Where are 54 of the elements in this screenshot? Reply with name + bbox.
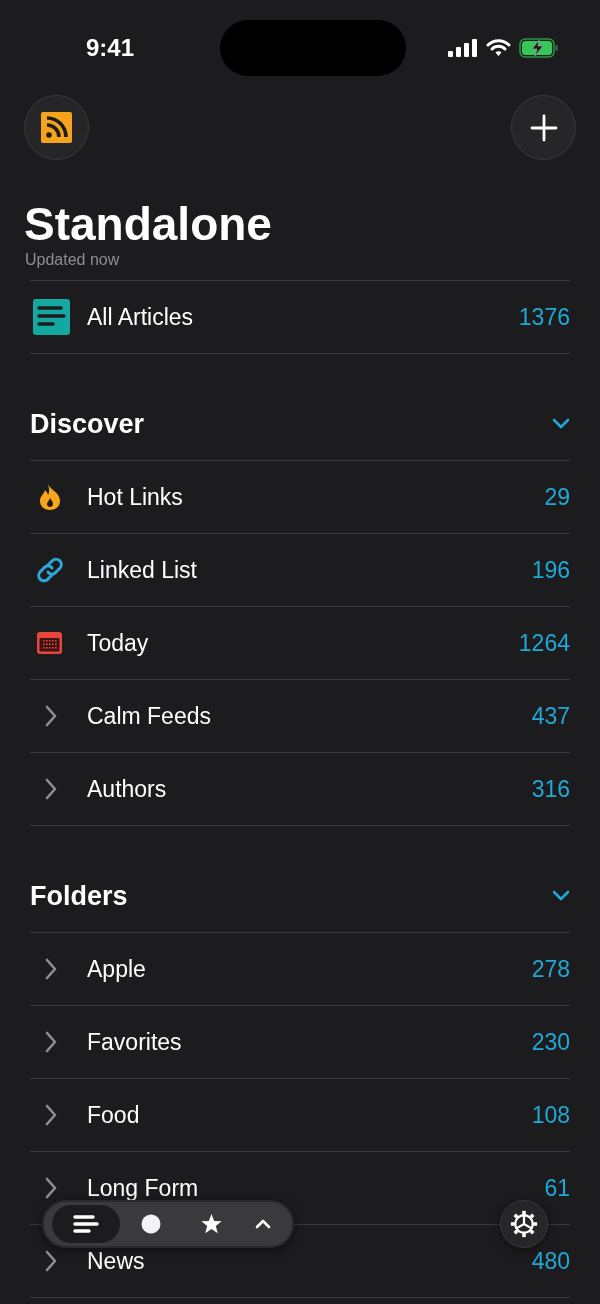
row-label: Favorites <box>87 1030 183 1054</box>
row-label: All Articles <box>87 305 195 329</box>
plus-icon <box>529 113 558 142</box>
section-title: Folders <box>30 880 128 912</box>
row-label: Apple <box>87 957 147 981</box>
chevron-down-icon <box>552 418 570 430</box>
row-count: 108 <box>531 1103 570 1127</box>
row-count: 278 <box>531 957 570 981</box>
row-count: 437 <box>531 704 570 728</box>
wifi-icon <box>485 39 511 57</box>
signal-icon <box>447 39 478 57</box>
row-label: Long Form <box>87 1176 200 1200</box>
row-label: News <box>87 1249 146 1273</box>
chevron-right-icon <box>44 1031 58 1053</box>
list-icon <box>73 1214 100 1234</box>
section-header[interactable]: Discover <box>30 388 570 460</box>
section-header[interactable]: Folders <box>30 860 570 932</box>
row-count: 480 <box>531 1249 570 1273</box>
flame-icon <box>38 483 62 511</box>
chevron-right-icon <box>44 778 58 800</box>
chevron-right-icon <box>44 1177 58 1199</box>
calendar-icon <box>36 631 63 655</box>
row-count: 316 <box>531 777 570 801</box>
chevron-right-icon <box>44 1250 58 1272</box>
link-icon <box>35 556 65 584</box>
rss-icon <box>41 112 72 143</box>
star-icon <box>200 1213 224 1235</box>
row-count: 1376 <box>518 305 570 329</box>
update-status: Updated now <box>25 250 121 270</box>
row-count: 29 <box>544 485 570 509</box>
row-label: Linked List <box>87 558 198 582</box>
chevron-down-icon <box>552 890 570 902</box>
articles-icon <box>33 299 70 335</box>
status-time: 9:41 <box>84 34 135 62</box>
row-count: 61 <box>544 1176 570 1200</box>
settings-icon <box>510 1210 538 1238</box>
row-count: 1264 <box>518 631 570 655</box>
row-label: Hot Links <box>87 485 184 509</box>
filter-button[interactable] <box>52 1205 121 1243</box>
settings-button[interactable] <box>500 1200 548 1248</box>
row-count: 196 <box>531 558 570 582</box>
row-label: Calm Feeds <box>87 704 212 728</box>
row-label: Today <box>87 631 150 655</box>
circle-icon <box>140 1214 161 1234</box>
page-title: Standalone <box>24 198 273 250</box>
battery-icon <box>518 38 559 58</box>
chevron-right-icon <box>44 958 58 980</box>
row-label: Food <box>87 1103 141 1127</box>
row-count: 230 <box>531 1030 570 1054</box>
row-label: Authors <box>87 777 168 801</box>
section-title: Discover <box>30 408 145 440</box>
chevron-up-icon <box>255 1219 272 1229</box>
chevron-right-icon <box>44 705 58 727</box>
chevron-right-icon <box>44 1104 58 1126</box>
